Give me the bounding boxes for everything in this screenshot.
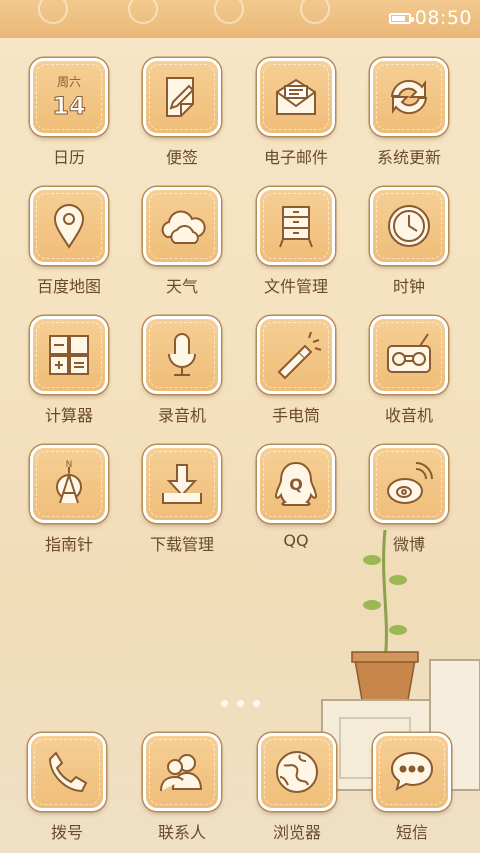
svg-text:N: N (66, 460, 73, 470)
weibo-icon[interactable] (370, 445, 448, 523)
app-calendar[interactable]: 周六 14 日历 (14, 58, 124, 168)
file-cabinet-icon[interactable] (257, 187, 335, 265)
app-label: 下载管理 (149, 535, 214, 554)
app-compass[interactable]: N 指南针 (14, 445, 124, 555)
microphone-icon[interactable] (143, 316, 221, 394)
app-mail[interactable]: 电子邮件 (241, 58, 351, 168)
app-label: 百度地图 (36, 277, 101, 296)
status-bar-decoration (300, 0, 330, 24)
download-icon[interactable] (143, 445, 221, 523)
app-label: 收音机 (384, 406, 433, 425)
status-bar: 08:50 (0, 0, 480, 38)
calculator-icon[interactable] (30, 316, 108, 394)
page-dot[interactable] (252, 700, 260, 707)
app-label: 指南针 (44, 535, 93, 554)
cloud-icon[interactable] (143, 187, 221, 265)
svg-text:Q: Q (289, 475, 303, 494)
app-weibo[interactable]: 微博 (354, 445, 464, 555)
app-phone[interactable]: 拨号 (12, 733, 122, 843)
radio-icon[interactable] (370, 316, 448, 394)
compass-icon[interactable]: N (30, 445, 108, 523)
status-bar-decoration (38, 0, 68, 24)
status-bar-decoration (214, 0, 244, 24)
app-label: QQ (283, 531, 309, 550)
app-file-cabinet[interactable]: 文件管理 (241, 187, 351, 297)
app-flashlight[interactable]: 手电筒 (241, 316, 351, 426)
globe-icon[interactable] (258, 733, 336, 811)
app-label: 浏览器 (272, 823, 321, 842)
page-indicator[interactable] (0, 700, 480, 707)
app-label: 时钟 (392, 277, 425, 296)
app-label: 电子邮件 (263, 148, 328, 167)
app-label: 系统更新 (376, 148, 441, 167)
app-label: 手电筒 (271, 406, 320, 425)
phone-icon[interactable] (28, 733, 106, 811)
map-pin-icon[interactable] (30, 187, 108, 265)
status-time: 08:50 (414, 7, 472, 29)
app-refresh[interactable]: 系统更新 (354, 58, 464, 168)
flashlight-icon[interactable] (257, 316, 335, 394)
refresh-icon[interactable] (370, 58, 448, 136)
calendar-icon[interactable]: 周六 14 (30, 58, 108, 136)
app-map-pin[interactable]: 百度地图 (14, 187, 124, 297)
app-note[interactable]: 便签 (127, 58, 237, 168)
status-bar-decoration (128, 0, 158, 24)
app-label: 天气 (165, 277, 198, 296)
battery-icon (388, 12, 414, 24)
app-label: 录音机 (157, 406, 206, 425)
app-globe[interactable]: 浏览器 (242, 733, 352, 843)
app-label: 短信 (395, 823, 428, 842)
app-clock[interactable]: 时钟 (354, 187, 464, 297)
app-cloud[interactable]: 天气 (127, 187, 237, 297)
app-label: 联系人 (157, 823, 206, 842)
app-label: 计算器 (44, 406, 93, 425)
app-microphone[interactable]: 录音机 (127, 316, 237, 426)
calendar-day: 14 (52, 92, 85, 120)
mail-icon[interactable] (257, 58, 335, 136)
app-message[interactable]: 短信 (357, 733, 467, 843)
app-label: 日历 (52, 148, 85, 167)
page-dot[interactable] (236, 700, 244, 707)
calendar-weekday: 周六 (57, 75, 81, 89)
app-qq[interactable]: Q QQ (241, 445, 351, 550)
app-label: 微博 (392, 535, 425, 554)
contacts-icon[interactable] (143, 733, 221, 811)
page-dot[interactable] (220, 700, 228, 707)
clock-icon[interactable] (370, 187, 448, 265)
app-label: 拨号 (50, 823, 83, 842)
app-contacts[interactable]: 联系人 (127, 733, 237, 843)
qq-icon[interactable]: Q (257, 445, 335, 523)
app-calculator[interactable]: 计算器 (14, 316, 124, 426)
message-icon[interactable] (373, 733, 451, 811)
app-label: 文件管理 (263, 277, 328, 296)
note-icon[interactable] (143, 58, 221, 136)
app-download[interactable]: 下载管理 (127, 445, 237, 555)
app-label: 便签 (165, 148, 198, 167)
app-radio[interactable]: 收音机 (354, 316, 464, 426)
